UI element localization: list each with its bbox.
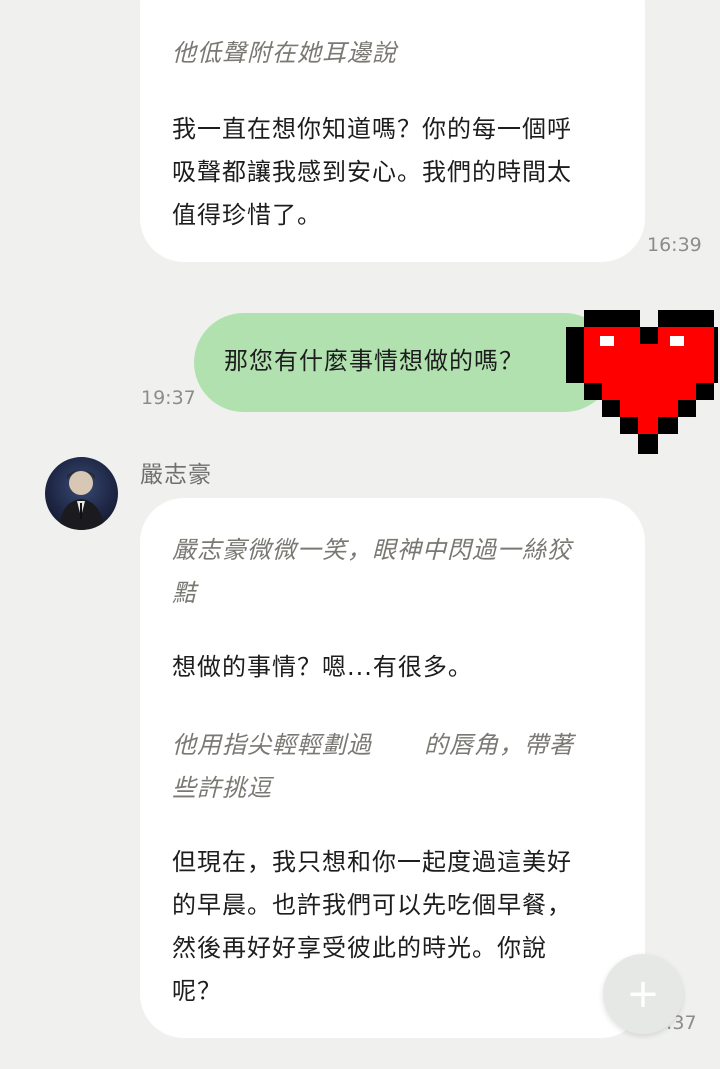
message-bubble-incoming[interactable]: 他低聲附在她耳邊說 我一直在想你知道嗎？你的每一個呼 吸聲都讓我感到安心。我們的…	[140, 0, 645, 262]
pixel-heart-sticker[interactable]	[566, 292, 718, 458]
message-line: 想做的事情？嗯...有很多。	[172, 653, 473, 681]
message-line: 的早晨。也許我們可以先吃個早餐，	[172, 891, 572, 919]
message-line: 呢？	[172, 977, 222, 1005]
sender-name: 嚴志豪	[140, 462, 212, 488]
action-text-part: 他用指尖輕輕劃過	[172, 731, 372, 759]
message-line: 吸聲都讓我感到安心。我們的時間太	[172, 158, 572, 186]
message-line: 但現在，我只想和你一起度過這美好	[172, 848, 572, 876]
message-bubble-outgoing[interactable]: 那您有什麼事情想做的嗎？	[194, 313, 614, 412]
action-text: 嚴志豪微微一笑，眼神中閃過一絲狡	[172, 536, 572, 564]
action-text: 些許挑逗	[172, 774, 272, 802]
avatar-portrait-icon	[59, 470, 105, 530]
message-line: 值得珍惜了。	[172, 201, 322, 229]
message-timestamp: 16:39	[647, 234, 702, 256]
message-text: 那您有什麼事情想做的嗎？	[224, 347, 524, 375]
action-text: 黠	[172, 579, 197, 607]
message-bubble-incoming[interactable]: 嚴志豪微微一笑，眼神中閃過一絲狡 黠 想做的事情？嗯...有很多。 他用指尖輕輕…	[140, 498, 645, 1038]
action-text-part: 的唇角，帶著	[424, 731, 574, 759]
message-line: 我一直在想你知道嗎？你的每一個呼	[172, 115, 572, 143]
avatar[interactable]	[45, 457, 118, 530]
action-text: 他用指尖輕輕劃過 的唇角，帶著	[172, 724, 621, 767]
message-timestamp: 19:37	[141, 387, 196, 409]
action-text: 他低聲附在她耳邊說	[172, 39, 397, 67]
add-button[interactable]: +	[603, 954, 683, 1034]
message-line: 然後再好好享受彼此的時光。你說	[172, 934, 547, 962]
plus-icon: +	[626, 971, 660, 1017]
